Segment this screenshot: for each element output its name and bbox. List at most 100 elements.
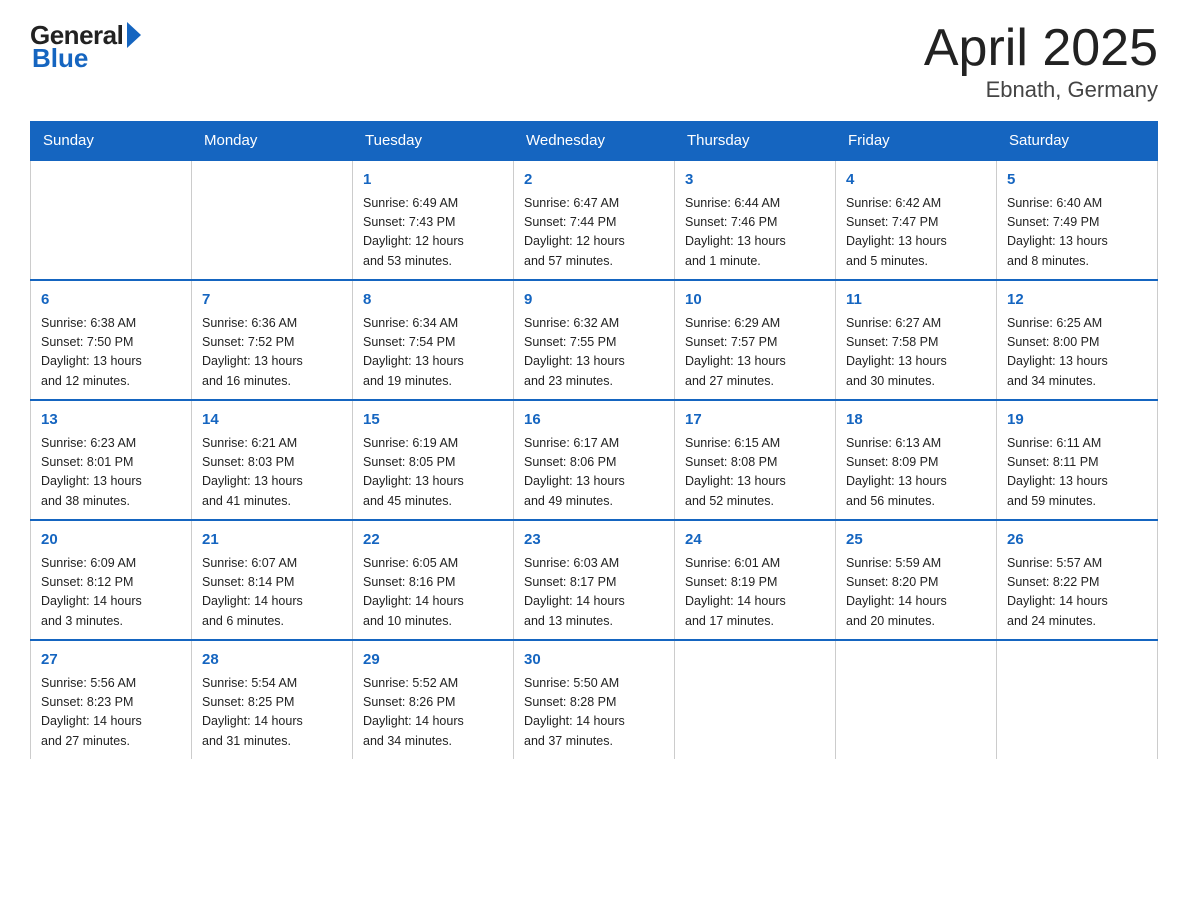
calendar-cell: 23Sunrise: 6:03 AMSunset: 8:17 PMDayligh… xyxy=(514,520,675,640)
day-number: 26 xyxy=(1007,529,1147,552)
calendar-cell xyxy=(192,160,353,280)
calendar-cell: 27Sunrise: 5:56 AMSunset: 8:23 PMDayligh… xyxy=(31,640,192,759)
calendar-body: 1Sunrise: 6:49 AMSunset: 7:43 PMDaylight… xyxy=(31,160,1158,759)
day-number: 29 xyxy=(363,649,503,672)
sun-info: Sunrise: 6:17 AMSunset: 8:06 PMDaylight:… xyxy=(524,434,664,512)
calendar-cell: 5Sunrise: 6:40 AMSunset: 7:49 PMDaylight… xyxy=(997,160,1158,280)
sun-info: Sunrise: 6:44 AMSunset: 7:46 PMDaylight:… xyxy=(685,194,825,272)
sun-info: Sunrise: 6:21 AMSunset: 8:03 PMDaylight:… xyxy=(202,434,342,512)
sun-info: Sunrise: 6:47 AMSunset: 7:44 PMDaylight:… xyxy=(524,194,664,272)
calendar-cell: 3Sunrise: 6:44 AMSunset: 7:46 PMDaylight… xyxy=(675,160,836,280)
calendar-header: SundayMondayTuesdayWednesdayThursdayFrid… xyxy=(31,122,1158,161)
day-number: 14 xyxy=(202,409,342,432)
day-number: 10 xyxy=(685,289,825,312)
sun-info: Sunrise: 6:34 AMSunset: 7:54 PMDaylight:… xyxy=(363,314,503,392)
calendar-cell: 15Sunrise: 6:19 AMSunset: 8:05 PMDayligh… xyxy=(353,400,514,520)
calendar-cell: 29Sunrise: 5:52 AMSunset: 8:26 PMDayligh… xyxy=(353,640,514,759)
calendar-cell: 13Sunrise: 6:23 AMSunset: 8:01 PMDayligh… xyxy=(31,400,192,520)
day-number: 12 xyxy=(1007,289,1147,312)
day-number: 8 xyxy=(363,289,503,312)
day-number: 22 xyxy=(363,529,503,552)
day-number: 28 xyxy=(202,649,342,672)
sun-info: Sunrise: 5:50 AMSunset: 8:28 PMDaylight:… xyxy=(524,674,664,752)
sun-info: Sunrise: 5:59 AMSunset: 8:20 PMDaylight:… xyxy=(846,554,986,632)
calendar-cell: 30Sunrise: 5:50 AMSunset: 8:28 PMDayligh… xyxy=(514,640,675,759)
calendar-cell: 7Sunrise: 6:36 AMSunset: 7:52 PMDaylight… xyxy=(192,280,353,400)
calendar-cell: 14Sunrise: 6:21 AMSunset: 8:03 PMDayligh… xyxy=(192,400,353,520)
day-number: 23 xyxy=(524,529,664,552)
logo-blue-text: Blue xyxy=(32,43,88,74)
sun-info: Sunrise: 6:13 AMSunset: 8:09 PMDaylight:… xyxy=(846,434,986,512)
day-number: 6 xyxy=(41,289,181,312)
title-block: April 2025 Ebnath, Germany xyxy=(924,20,1158,103)
calendar-cell: 18Sunrise: 6:13 AMSunset: 8:09 PMDayligh… xyxy=(836,400,997,520)
sun-info: Sunrise: 6:15 AMSunset: 8:08 PMDaylight:… xyxy=(685,434,825,512)
page-header: General Blue April 2025 Ebnath, Germany xyxy=(30,20,1158,103)
calendar-cell: 20Sunrise: 6:09 AMSunset: 8:12 PMDayligh… xyxy=(31,520,192,640)
day-number: 16 xyxy=(524,409,664,432)
day-number: 9 xyxy=(524,289,664,312)
calendar-week-row: 1Sunrise: 6:49 AMSunset: 7:43 PMDaylight… xyxy=(31,160,1158,280)
sun-info: Sunrise: 6:42 AMSunset: 7:47 PMDaylight:… xyxy=(846,194,986,272)
calendar-cell: 25Sunrise: 5:59 AMSunset: 8:20 PMDayligh… xyxy=(836,520,997,640)
calendar-cell: 22Sunrise: 6:05 AMSunset: 8:16 PMDayligh… xyxy=(353,520,514,640)
calendar-cell xyxy=(997,640,1158,759)
calendar-cell: 17Sunrise: 6:15 AMSunset: 8:08 PMDayligh… xyxy=(675,400,836,520)
sun-info: Sunrise: 6:03 AMSunset: 8:17 PMDaylight:… xyxy=(524,554,664,632)
sun-info: Sunrise: 6:40 AMSunset: 7:49 PMDaylight:… xyxy=(1007,194,1147,272)
sun-info: Sunrise: 6:09 AMSunset: 8:12 PMDaylight:… xyxy=(41,554,181,632)
day-header-friday: Friday xyxy=(836,122,997,161)
calendar-cell: 12Sunrise: 6:25 AMSunset: 8:00 PMDayligh… xyxy=(997,280,1158,400)
day-header-tuesday: Tuesday xyxy=(353,122,514,161)
day-number: 15 xyxy=(363,409,503,432)
sun-info: Sunrise: 6:38 AMSunset: 7:50 PMDaylight:… xyxy=(41,314,181,392)
day-number: 11 xyxy=(846,289,986,312)
day-number: 2 xyxy=(524,169,664,192)
day-number: 30 xyxy=(524,649,664,672)
sun-info: Sunrise: 6:19 AMSunset: 8:05 PMDaylight:… xyxy=(363,434,503,512)
page-subtitle: Ebnath, Germany xyxy=(924,77,1158,103)
sun-info: Sunrise: 6:27 AMSunset: 7:58 PMDaylight:… xyxy=(846,314,986,392)
day-header-row: SundayMondayTuesdayWednesdayThursdayFrid… xyxy=(31,122,1158,161)
day-header-saturday: Saturday xyxy=(997,122,1158,161)
sun-info: Sunrise: 6:07 AMSunset: 8:14 PMDaylight:… xyxy=(202,554,342,632)
sun-info: Sunrise: 6:01 AMSunset: 8:19 PMDaylight:… xyxy=(685,554,825,632)
calendar-cell: 8Sunrise: 6:34 AMSunset: 7:54 PMDaylight… xyxy=(353,280,514,400)
day-number: 25 xyxy=(846,529,986,552)
calendar-cell xyxy=(675,640,836,759)
calendar-cell: 16Sunrise: 6:17 AMSunset: 8:06 PMDayligh… xyxy=(514,400,675,520)
calendar-cell: 1Sunrise: 6:49 AMSunset: 7:43 PMDaylight… xyxy=(353,160,514,280)
sun-info: Sunrise: 5:57 AMSunset: 8:22 PMDaylight:… xyxy=(1007,554,1147,632)
calendar-cell: 11Sunrise: 6:27 AMSunset: 7:58 PMDayligh… xyxy=(836,280,997,400)
logo: General Blue xyxy=(30,20,141,74)
calendar-cell: 10Sunrise: 6:29 AMSunset: 7:57 PMDayligh… xyxy=(675,280,836,400)
sun-info: Sunrise: 6:05 AMSunset: 8:16 PMDaylight:… xyxy=(363,554,503,632)
sun-info: Sunrise: 6:36 AMSunset: 7:52 PMDaylight:… xyxy=(202,314,342,392)
calendar-cell: 21Sunrise: 6:07 AMSunset: 8:14 PMDayligh… xyxy=(192,520,353,640)
calendar-cell: 19Sunrise: 6:11 AMSunset: 8:11 PMDayligh… xyxy=(997,400,1158,520)
calendar-cell: 9Sunrise: 6:32 AMSunset: 7:55 PMDaylight… xyxy=(514,280,675,400)
day-header-sunday: Sunday xyxy=(31,122,192,161)
day-header-monday: Monday xyxy=(192,122,353,161)
day-number: 5 xyxy=(1007,169,1147,192)
day-header-thursday: Thursday xyxy=(675,122,836,161)
day-number: 13 xyxy=(41,409,181,432)
calendar-cell xyxy=(31,160,192,280)
sun-info: Sunrise: 5:52 AMSunset: 8:26 PMDaylight:… xyxy=(363,674,503,752)
sun-info: Sunrise: 5:54 AMSunset: 8:25 PMDaylight:… xyxy=(202,674,342,752)
day-number: 1 xyxy=(363,169,503,192)
calendar-week-row: 6Sunrise: 6:38 AMSunset: 7:50 PMDaylight… xyxy=(31,280,1158,400)
day-number: 27 xyxy=(41,649,181,672)
page-title: April 2025 xyxy=(924,20,1158,77)
sun-info: Sunrise: 6:23 AMSunset: 8:01 PMDaylight:… xyxy=(41,434,181,512)
calendar-week-row: 13Sunrise: 6:23 AMSunset: 8:01 PMDayligh… xyxy=(31,400,1158,520)
calendar-week-row: 20Sunrise: 6:09 AMSunset: 8:12 PMDayligh… xyxy=(31,520,1158,640)
sun-info: Sunrise: 6:29 AMSunset: 7:57 PMDaylight:… xyxy=(685,314,825,392)
day-number: 21 xyxy=(202,529,342,552)
day-number: 7 xyxy=(202,289,342,312)
calendar-cell: 6Sunrise: 6:38 AMSunset: 7:50 PMDaylight… xyxy=(31,280,192,400)
calendar-table: SundayMondayTuesdayWednesdayThursdayFrid… xyxy=(30,121,1158,759)
day-header-wednesday: Wednesday xyxy=(514,122,675,161)
day-number: 4 xyxy=(846,169,986,192)
day-number: 17 xyxy=(685,409,825,432)
